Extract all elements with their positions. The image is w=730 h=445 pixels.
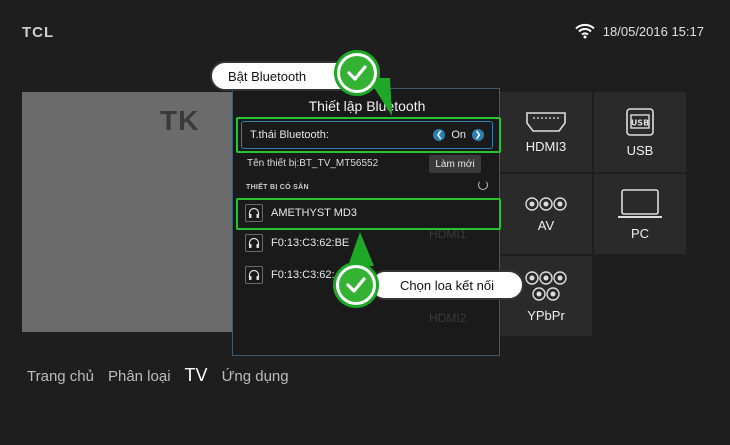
source-usb[interactable]: USB USB xyxy=(594,92,686,172)
highlight-bluetooth-status xyxy=(236,117,501,153)
pc-icon xyxy=(618,188,662,218)
wifi-icon xyxy=(575,23,595,39)
ghost-hdmi2: HDMI2 xyxy=(429,311,467,325)
source-label: USB xyxy=(626,142,654,158)
source-pc[interactable]: PC xyxy=(594,174,686,254)
bottom-nav: Trang chủ Phân loại TV Ứng dụng xyxy=(27,365,289,386)
check-icon xyxy=(334,50,380,96)
av-icon xyxy=(525,196,567,211)
highlight-device xyxy=(236,198,501,230)
source-tiles: HDMI3 USB USB AV PC YPbPr xyxy=(500,92,686,336)
device-label: F0:13:C3:62:BE xyxy=(271,237,350,249)
usb-icon: USB xyxy=(626,107,654,136)
check-icon xyxy=(333,262,379,308)
svg-text:USB: USB xyxy=(631,118,649,127)
source-label: PC xyxy=(630,225,650,241)
device-name: Tên thiết bị:BT_TV_MT56552 xyxy=(247,158,379,169)
nav-tv[interactable]: TV xyxy=(185,365,208,386)
preview-logo: TK xyxy=(160,105,200,136)
callout-text: Chọn loa kết nối xyxy=(400,277,494,293)
source-label: HDMI3 xyxy=(525,138,567,154)
tv-preview xyxy=(22,92,232,332)
nav-apps[interactable]: Ứng dụng xyxy=(222,368,289,385)
datetime: 18/05/2016 15:17 xyxy=(602,23,704,39)
headphone-icon xyxy=(245,266,263,284)
callout-choose-speaker: Chọn loa kết nối xyxy=(370,270,524,300)
source-label: YPbPr xyxy=(527,307,565,323)
loading-spinner-icon xyxy=(478,180,488,190)
source-av[interactable]: AV xyxy=(500,174,592,254)
tcl-logo: TCL xyxy=(22,24,55,41)
source-label: AV xyxy=(537,217,555,233)
available-devices-label: THIẾT BỊ CÓ SẴN xyxy=(246,184,309,191)
device-label: F0:13:C3:62: xyxy=(271,269,335,281)
headphone-icon xyxy=(245,234,263,252)
status-area: 18/05/2016 15:17 xyxy=(575,23,704,39)
nav-home[interactable]: Trang chủ xyxy=(27,368,94,385)
refresh-button[interactable]: Làm mới xyxy=(429,155,481,173)
source-hdmi3[interactable]: HDMI3 xyxy=(500,92,592,172)
hdmi-icon xyxy=(526,111,566,132)
callout-text: Bật Bluetooth xyxy=(228,68,307,84)
nav-categories[interactable]: Phân loại xyxy=(108,368,171,385)
ypbpr-icon xyxy=(525,270,567,301)
